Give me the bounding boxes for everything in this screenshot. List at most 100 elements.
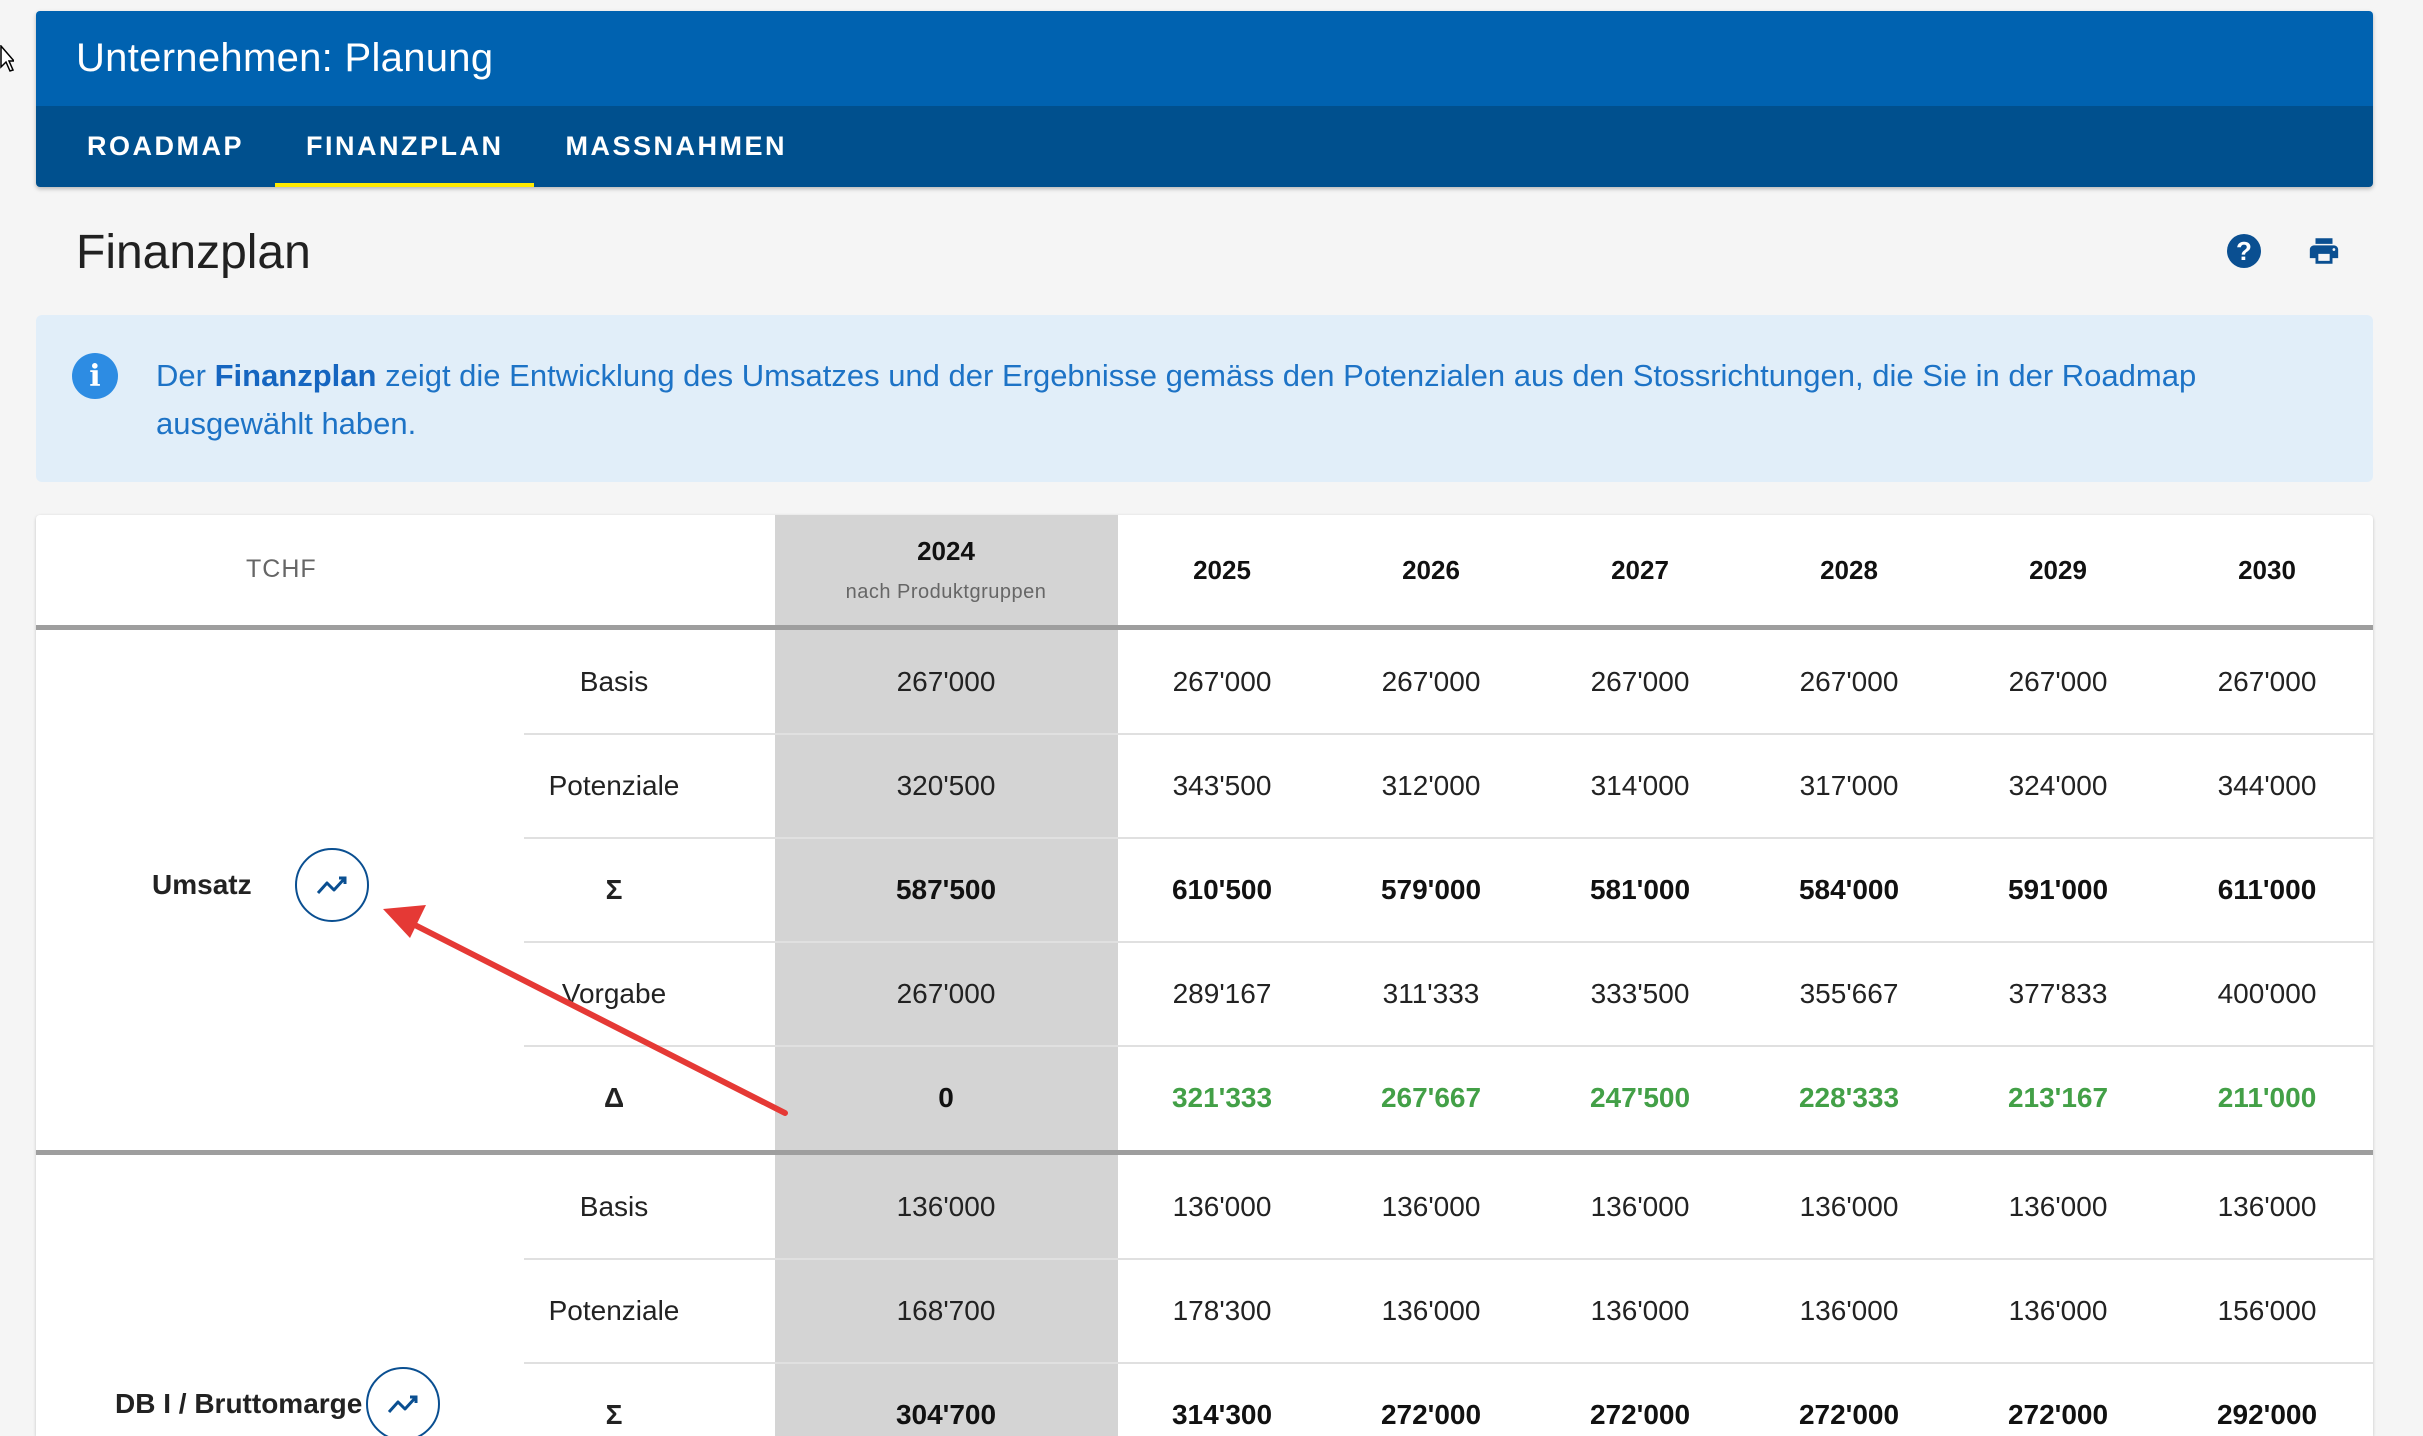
row-divider	[524, 941, 2373, 943]
table-cell: 213'167	[2007, 1082, 2109, 1113]
table-cell: 136'000	[1590, 1295, 1690, 1326]
info-highlight: Finanzplan	[214, 358, 377, 393]
row-label: Potenziale	[548, 770, 680, 801]
row-divider	[524, 1258, 2373, 1260]
tab-massnahmen[interactable]: MASSNAHMEN	[534, 106, 818, 187]
base-year-label: 2024	[917, 536, 975, 566]
table-cell: 136'000	[1381, 1191, 1481, 1222]
row-divider	[524, 1362, 2373, 1364]
table-cell: 136'000	[1799, 1295, 1899, 1326]
table-cell: 321'333	[1171, 1082, 1273, 1113]
table-cell: 136'000	[2008, 1295, 2108, 1326]
row-label: Potenziale	[548, 1295, 680, 1326]
table-cell: 136'000	[2008, 1191, 2108, 1222]
unit-header: TCHF	[246, 555, 317, 583]
year-header-4: 2029	[2029, 555, 2087, 585]
printer-icon[interactable]	[2307, 234, 2341, 268]
table-cell: 311'333	[1382, 978, 1480, 1009]
base-year-header: 2024 nach Produktgruppen	[846, 536, 1047, 604]
info-prefix: Der	[156, 358, 215, 393]
finance-table: TCHF 2024 nach Produktgruppen 2025 2026 20…	[36, 515, 2373, 1436]
row-label: Σ	[605, 1399, 623, 1430]
table-cell: 314'300	[1171, 1399, 1273, 1430]
year-header-3: 2028	[1820, 555, 1878, 585]
table-cell: 312'000	[1381, 770, 1481, 801]
tab-finanzplan[interactable]: FINANZPLAN	[275, 106, 535, 187]
table-cell: 136'000	[896, 1191, 996, 1222]
table-cell: 587'500	[895, 874, 997, 905]
table-cell: 377'833	[2008, 978, 2108, 1009]
table-cell: 400'000	[2217, 978, 2317, 1009]
table-cell: 136'000	[1799, 1191, 1899, 1222]
table-cell: 584'000	[1798, 874, 1900, 905]
table-cell: 211'000	[2217, 1082, 2317, 1113]
info-icon: i	[72, 353, 118, 399]
table-cell: 228'333	[1798, 1082, 1900, 1113]
group-label: DB I / Bruttomarge	[115, 1388, 363, 1419]
tab-bar: ROADMAP FINANZPLAN MASSNAHMEN	[36, 106, 2373, 187]
year-header-0: 2025	[1193, 555, 1251, 585]
table-cell: 168'700	[896, 1295, 996, 1326]
table-cell: 136'000	[1590, 1191, 1690, 1222]
group-label: Umsatz	[152, 869, 252, 900]
table-cell: 136'000	[1172, 1191, 1272, 1222]
table-cell: 591'000	[2007, 874, 2109, 905]
trend-chart-icon[interactable]	[366, 1367, 440, 1436]
table-cell: 267'000	[1799, 666, 1899, 697]
table-cell: 344'000	[2217, 770, 2317, 801]
table-cell: 324'000	[2008, 770, 2108, 801]
table-cell: 272'000	[1589, 1399, 1691, 1430]
page-title: Finanzplan	[76, 226, 311, 279]
table-cell: 267'000	[1172, 666, 1272, 697]
table-cell: 289'167	[1172, 978, 1272, 1009]
table-cell: 267'000	[1381, 666, 1481, 697]
help-icon[interactable]: ?	[2227, 234, 2261, 268]
row-label: Vorgabe	[561, 978, 667, 1009]
table-cell: 333'500	[1590, 978, 1690, 1009]
table-cell: 267'000	[896, 978, 996, 1009]
row-divider	[524, 837, 2373, 839]
app-bar: Unternehmen: Planung ROADMAP FINANZPLAN …	[36, 11, 2373, 187]
table-cell: 136'000	[2217, 1191, 2317, 1222]
table-cell: 0	[938, 1082, 954, 1113]
base-year-sublabel: nach Produktgruppen	[845, 581, 1047, 603]
trend-chart-icon[interactable]	[295, 848, 369, 922]
row-label: Σ	[605, 874, 623, 905]
row-label: Δ	[603, 1082, 625, 1113]
table-cell: 292'000	[2216, 1399, 2318, 1430]
table-cell: 136'000	[1381, 1295, 1481, 1326]
year-header-2: 2027	[1611, 555, 1669, 585]
header-divider	[36, 625, 2373, 630]
table-cell: 267'000	[2008, 666, 2108, 697]
row-divider	[524, 1045, 2373, 1047]
table-cell: 611'000	[2217, 874, 2317, 905]
table-cell: 317'000	[1799, 770, 1899, 801]
year-header-1: 2026	[1402, 555, 1460, 585]
row-label: Basis	[579, 1191, 649, 1222]
table-cell: 267'000	[1590, 666, 1690, 697]
table-cell: 178'300	[1172, 1295, 1272, 1326]
table-cell: 581'000	[1589, 874, 1691, 905]
group-divider	[36, 1150, 2373, 1155]
table-cell: 355'667	[1799, 978, 1899, 1009]
table-cell: 267'000	[2217, 666, 2317, 697]
table-cell: 610'500	[1171, 874, 1273, 905]
table-cell: 247'500	[1589, 1082, 1691, 1113]
tab-roadmap[interactable]: ROADMAP	[56, 106, 275, 187]
row-label: Basis	[579, 666, 649, 697]
info-body: zeigt die Entwicklung des Umsatzes und d…	[156, 358, 2197, 441]
table-cell: 267'667	[1380, 1082, 1482, 1113]
mouse-cursor-icon	[0, 45, 14, 72]
table-cell: 156'000	[2217, 1295, 2317, 1326]
table-cell: 272'000	[2007, 1399, 2109, 1430]
table-cell: 304'700	[895, 1399, 997, 1430]
table-cell: 314'000	[1590, 770, 1690, 801]
info-text: Der Finanzplan zeigt die Entwicklung des…	[156, 352, 2306, 448]
info-banner: i Der Finanzplan zeigt die Entwicklung d…	[36, 315, 2373, 482]
table-cell: 272'000	[1798, 1399, 1900, 1430]
app-title: Unternehmen: Planung	[36, 11, 2373, 106]
table-cell: 579'000	[1380, 874, 1482, 905]
year-header-5: 2030	[2238, 555, 2296, 585]
table-cell: 267'000	[896, 666, 996, 697]
row-divider	[524, 733, 2373, 735]
